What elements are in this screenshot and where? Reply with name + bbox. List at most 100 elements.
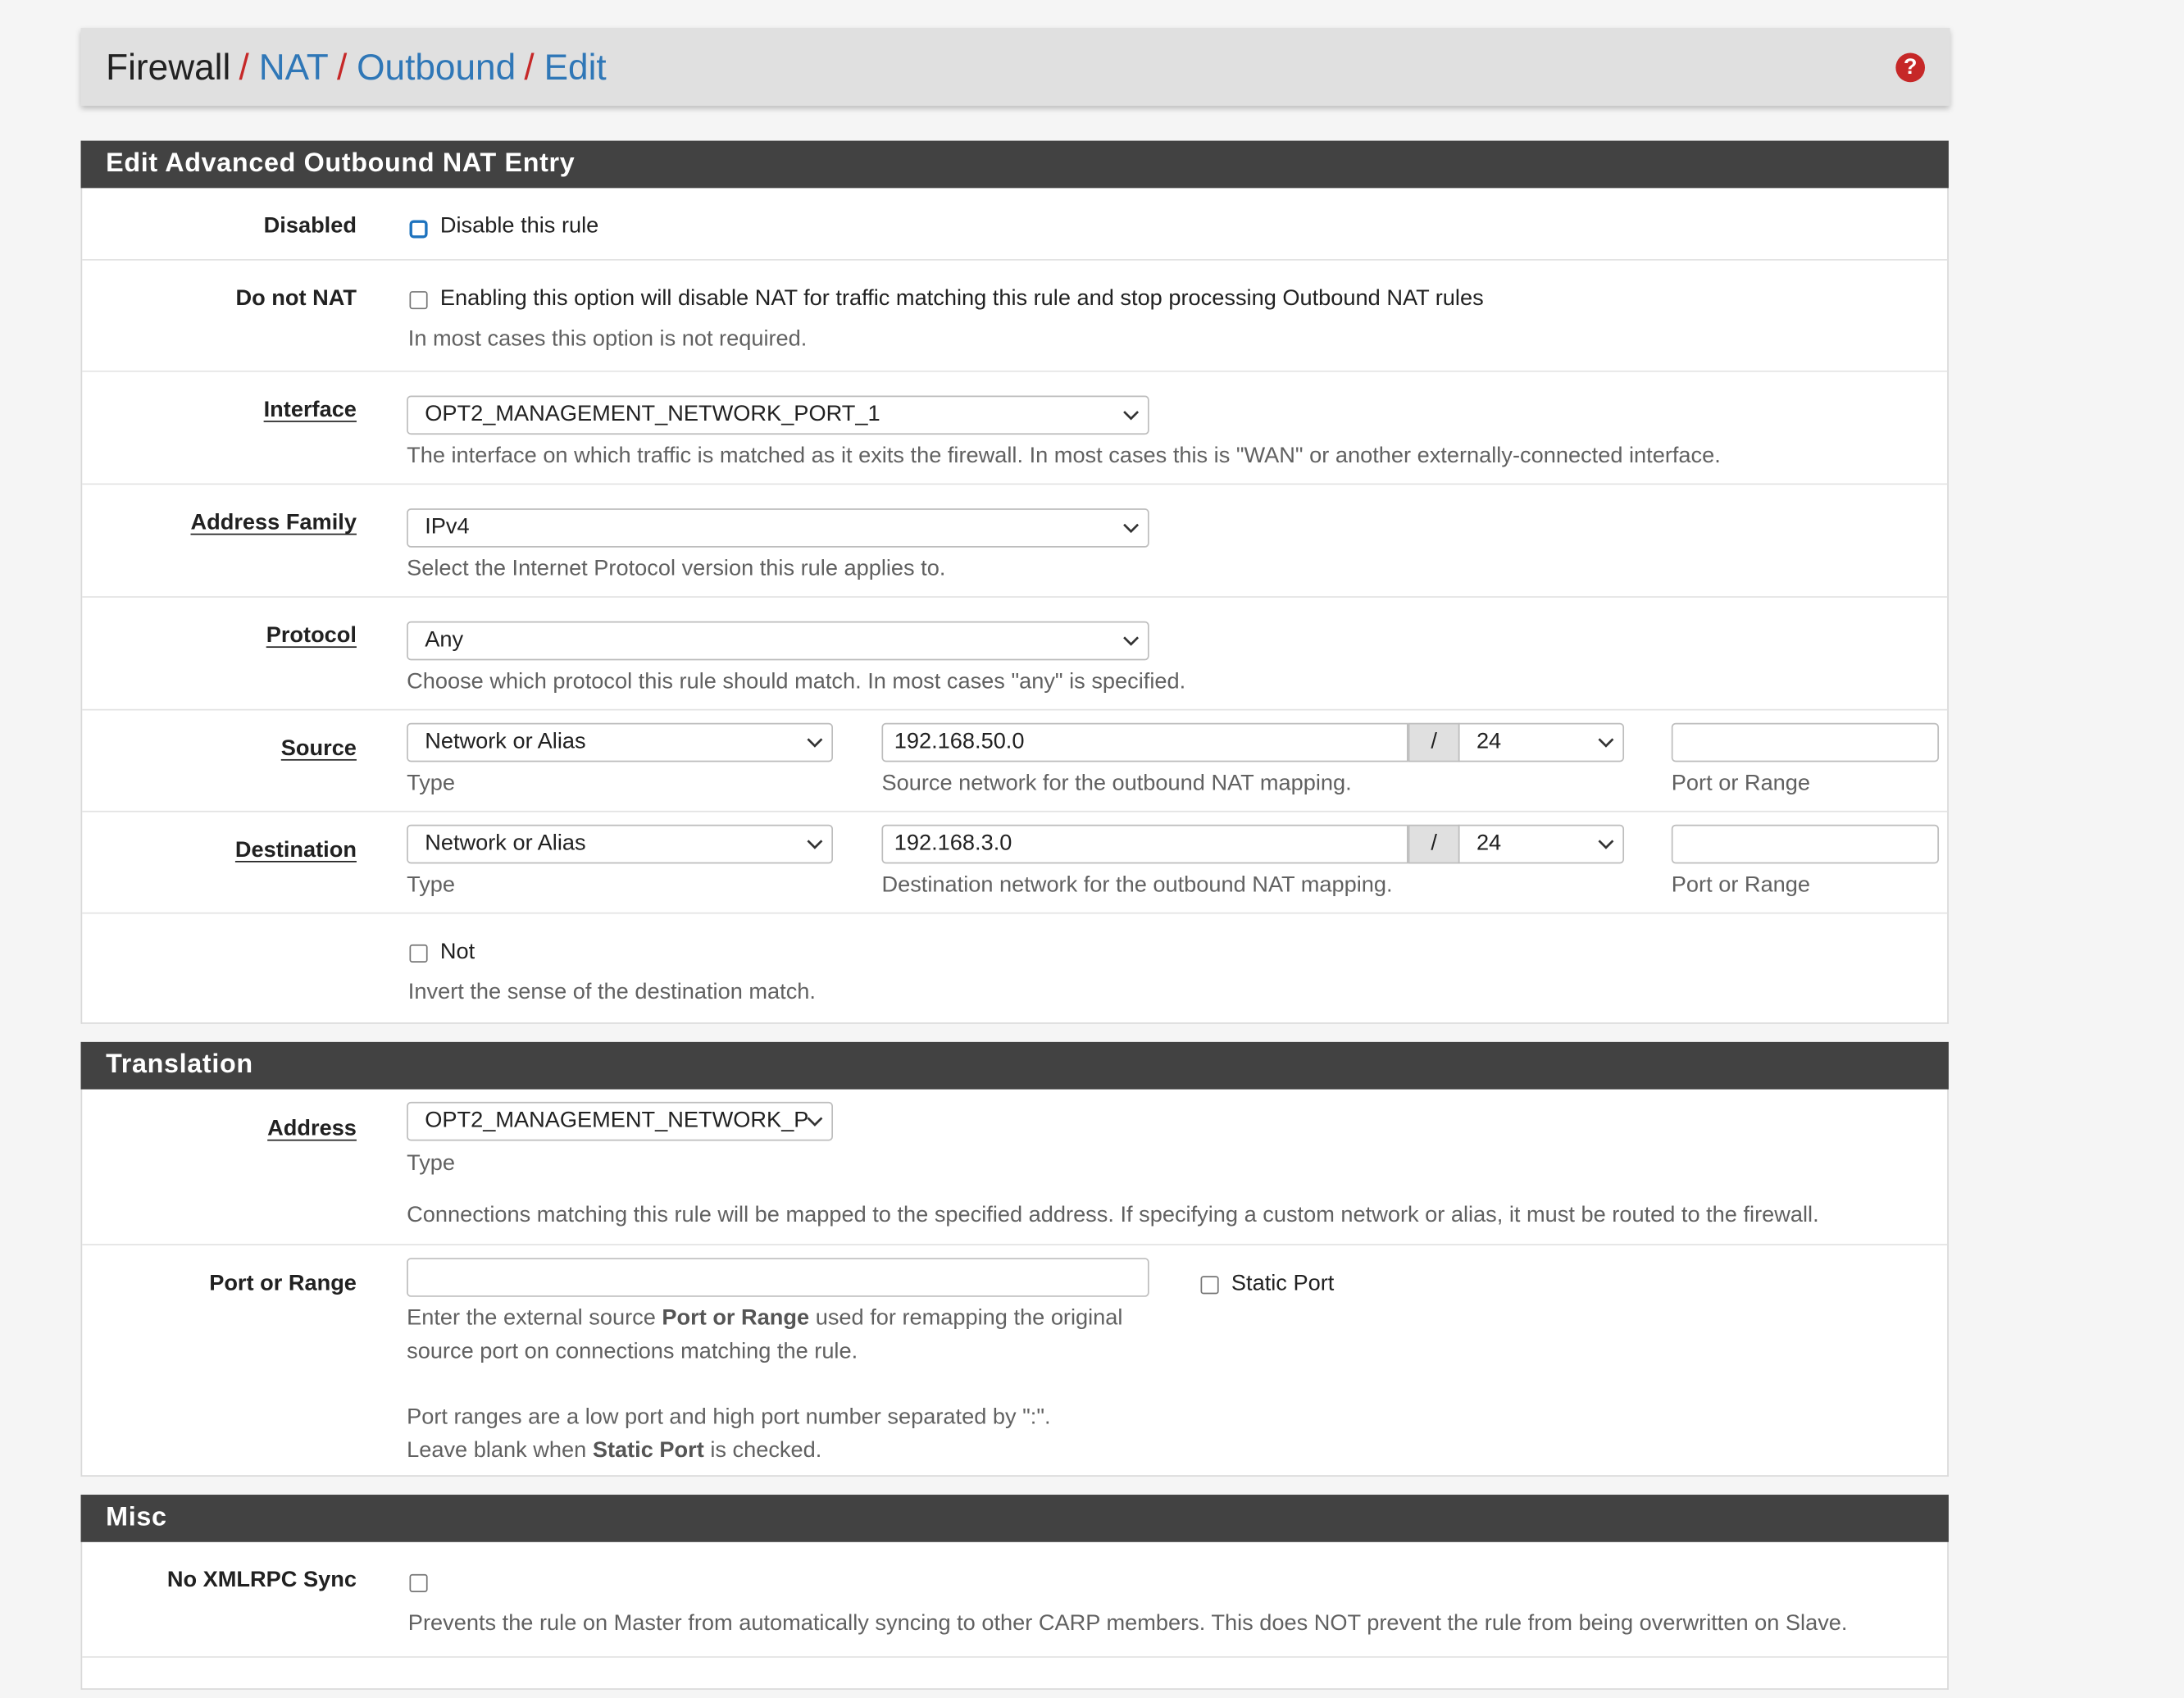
chevron-down-icon: [807, 1112, 823, 1131]
do-not-nat-checkbox[interactable]: [409, 291, 428, 310]
interface-help: The interface on which traffic is matche…: [407, 444, 1721, 468]
translation-address-type-help: Type: [407, 1152, 456, 1176]
destination-network-input[interactable]: 192.168.3.0: [881, 824, 1408, 864]
help-text: is checked.: [703, 1439, 822, 1463]
protocol-help: Choose which protocol this rule should m…: [407, 670, 1186, 694]
breadcrumb-separator: /: [524, 45, 535, 88]
static-port-checkbox[interactable]: [1200, 1276, 1219, 1295]
help-text: Leave blank when: [407, 1439, 593, 1463]
row-do-not-nat: Do not NAT Enabling this option will dis…: [82, 259, 1948, 371]
disable-rule-checkbox[interactable]: [409, 220, 428, 239]
breadcrumb-link-nat[interactable]: NAT: [259, 45, 329, 89]
source-network-help: Source network for the outbound NAT mapp…: [881, 772, 1352, 796]
source-mask-value: 24: [1476, 730, 1502, 754]
disabled-label: Disabled: [263, 214, 357, 239]
page: Firewall / NAT / Outbound / Edit ? Edit …: [0, 0, 2184, 1690]
destination-network-help: Destination network for the outbound NAT…: [881, 873, 1393, 898]
misc-panel: Misc No XMLRPC Sync Prevents the rule on…: [80, 1495, 1949, 1690]
breadcrumb-link-outbound[interactable]: Outbound: [357, 45, 516, 89]
chevron-down-icon: [1122, 631, 1140, 651]
do-not-nat-label: Do not NAT: [235, 286, 357, 311]
breadcrumb: Firewall / NAT / Outbound / Edit ?: [80, 27, 1950, 107]
source-label[interactable]: Source: [281, 737, 357, 763]
source-port-help: Port or Range: [1671, 772, 1811, 796]
no-xmlrpc-sync-label: No XMLRPC Sync: [166, 1568, 357, 1592]
chevron-down-icon: [1598, 835, 1614, 854]
chevron-down-icon: [1122, 518, 1140, 538]
translation-address-label[interactable]: Address: [267, 1118, 357, 1143]
row-source: Source Network or Alias Type 192.168.50.…: [82, 708, 1948, 811]
question-circle-icon[interactable]: ?: [1895, 52, 1926, 83]
row-no-xmlrpc-sync: No XMLRPC Sync Prevents the rule on Mast…: [82, 1542, 1947, 1656]
disable-rule-text: Disable this rule: [439, 214, 599, 239]
interface-label[interactable]: Interface: [264, 398, 357, 424]
breadcrumb-separator: /: [239, 45, 249, 88]
destination-mask-separator: /: [1408, 824, 1460, 864]
interface-select-value: OPT2_MANAGEMENT_NETWORK_PORT_1: [425, 403, 880, 426]
translation-port-help-line3: Port ranges are a low port and high port…: [407, 1405, 1051, 1430]
source-mask-separator: /: [1408, 722, 1460, 763]
help-text-bold: Port or Range: [662, 1306, 810, 1331]
translation-address-value: OPT2_MANAGEMENT_NETWORK_P: [425, 1108, 809, 1133]
row-translation-address: Address OPT2_MANAGEMENT_NETWORK_P Type C…: [82, 1090, 1947, 1245]
translation-panel: Translation Address OPT2_MANAGEMENT_NETW…: [80, 1041, 1949, 1477]
row-next: [82, 1656, 1948, 1698]
address-family-help: Select the Internet Protocol version thi…: [407, 557, 946, 581]
source-network-input[interactable]: 192.168.50.0: [881, 722, 1408, 763]
source-mask-select[interactable]: 24: [1458, 722, 1625, 763]
breadcrumb-root: Firewall: [106, 45, 231, 88]
row-not: Not Invert the sense of the destination …: [82, 912, 1948, 1022]
address-family-label[interactable]: Address Family: [190, 512, 356, 537]
destination-mask-select[interactable]: 24: [1458, 824, 1625, 864]
destination-mask-value: 24: [1476, 831, 1502, 856]
address-family-select-value: IPv4: [425, 515, 470, 539]
row-disabled: Disabled Disable this rule: [82, 188, 1947, 259]
breadcrumb-separator: /: [336, 45, 348, 88]
help-text-bold: Static Port: [592, 1439, 704, 1463]
no-xmlrpc-sync-checkbox[interactable]: [409, 1573, 428, 1592]
destination-port-help: Port or Range: [1671, 873, 1811, 898]
protocol-select[interactable]: Any: [407, 621, 1149, 661]
source-type-help: Type: [407, 772, 456, 796]
translation-panel-title: Translation: [80, 1041, 1949, 1090]
translation-port-label: Port or Range: [209, 1272, 357, 1296]
row-destination: Destination Network or Alias Type 192.16…: [82, 810, 1948, 913]
source-port-input[interactable]: [1671, 722, 1940, 763]
row-translation-port: Port or Range Static Port Enter the exte…: [82, 1244, 1948, 1477]
chevron-down-icon: [807, 733, 823, 753]
do-not-nat-help: In most cases this option is not require…: [407, 327, 808, 352]
not-text: Not: [439, 940, 475, 964]
row-protocol: Protocol Any Choose which protocol this …: [82, 596, 1948, 709]
edit-panel-title: Edit Advanced Outbound NAT Entry: [80, 140, 1949, 189]
translation-port-help-line1: Enter the external source Port or Range …: [407, 1307, 1122, 1332]
do-not-nat-text: Enabling this option will disable NAT fo…: [439, 286, 1484, 311]
translation-address-select[interactable]: OPT2_MANAGEMENT_NETWORK_P: [407, 1101, 834, 1141]
chevron-down-icon: [1122, 405, 1140, 425]
breadcrumb-link-edit[interactable]: Edit: [544, 45, 607, 89]
address-family-select[interactable]: IPv4: [407, 508, 1149, 548]
not-checkbox[interactable]: [409, 944, 428, 963]
help-text: Enter the external source: [407, 1306, 662, 1331]
destination-type-select[interactable]: Network or Alias: [407, 824, 834, 864]
translation-port-help-line4: Leave blank when Static Port is checked.: [407, 1439, 821, 1464]
translation-address-help: Connections matching this rule will be m…: [407, 1203, 1819, 1227]
source-type-value: Network or Alias: [425, 730, 586, 754]
misc-panel-title: Misc: [80, 1495, 1949, 1542]
chevron-down-icon: [1598, 733, 1614, 753]
destination-port-input[interactable]: [1671, 824, 1940, 864]
help-text: used for remapping the original: [809, 1306, 1123, 1331]
protocol-label[interactable]: Protocol: [266, 624, 357, 649]
interface-select[interactable]: OPT2_MANAGEMENT_NETWORK_PORT_1: [407, 395, 1149, 435]
translation-port-help-line2: source port on connections matching the …: [407, 1340, 858, 1364]
destination-label[interactable]: Destination: [235, 839, 357, 864]
destination-network-value: 192.168.3.0: [894, 831, 1012, 856]
destination-type-help: Type: [407, 873, 456, 898]
source-type-select[interactable]: Network or Alias: [407, 722, 834, 763]
static-port-text: Static Port: [1231, 1272, 1335, 1296]
destination-type-value: Network or Alias: [425, 831, 586, 856]
translation-port-input[interactable]: [407, 1258, 1149, 1297]
edit-panel: Edit Advanced Outbound NAT Entry Disable…: [80, 140, 1949, 1024]
not-help: Invert the sense of the destination matc…: [407, 981, 816, 1004]
chevron-down-icon: [807, 835, 823, 854]
row-interface: Interface OPT2_MANAGEMENT_NETWORK_PORT_1…: [82, 370, 1948, 484]
